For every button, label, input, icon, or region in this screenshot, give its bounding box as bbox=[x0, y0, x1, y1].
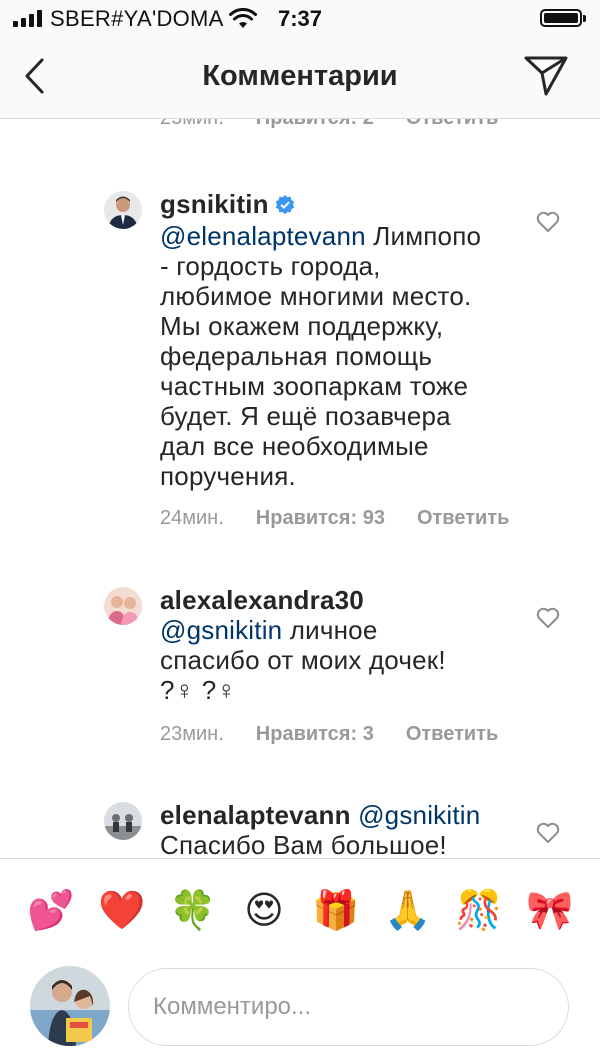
confetti-ball-emoji-icon[interactable]: 🎊 bbox=[455, 887, 502, 933]
current-user-avatar bbox=[30, 966, 110, 1046]
comment-likes[interactable]: Нравится: 2 bbox=[256, 119, 374, 130]
direct-send-icon[interactable] bbox=[522, 54, 570, 103]
comment-meta: 23мин. Нравится: 3 Ответить bbox=[160, 723, 498, 746]
comment-input[interactable] bbox=[128, 968, 569, 1046]
gift-emoji-icon[interactable]: 🎁 bbox=[312, 887, 359, 933]
reply-button[interactable]: Ответить bbox=[406, 723, 498, 746]
comment-meta: 24мин. Нравится: 93 Ответить bbox=[160, 507, 509, 530]
ribbon-emoji-icon[interactable]: 🎀 bbox=[526, 887, 573, 933]
comment-text-line: будет. Я ещё позавчера bbox=[160, 401, 451, 431]
heart-eyes-emoji-icon[interactable]: 😍 bbox=[241, 887, 287, 933]
comment-text-line: Мы окажем поддержку, bbox=[160, 311, 444, 341]
like-heart-icon[interactable] bbox=[536, 822, 560, 849]
comment-username[interactable]: elenalaptevann bbox=[160, 800, 351, 830]
page-title: Комментарии bbox=[202, 60, 398, 92]
comment-text-line: поручения. bbox=[160, 461, 296, 491]
comment-text-line: Спасибо Вам большое! bbox=[160, 830, 447, 857]
reply-button[interactable]: Ответить bbox=[417, 507, 509, 530]
like-heart-icon[interactable] bbox=[536, 607, 560, 634]
comment-input-row bbox=[0, 958, 600, 1063]
emoji-quick-bar: 💕 ❤️ 🍀 😍 🎁 🙏 🎊 🎀 bbox=[0, 858, 600, 959]
comment-username[interactable]: alexalexandra30 bbox=[160, 585, 500, 615]
verified-badge-icon bbox=[275, 191, 295, 221]
battery-icon bbox=[540, 9, 586, 27]
four-leaf-clover-emoji-icon[interactable]: 🍀 bbox=[169, 887, 216, 933]
comment-text-line: - гордость города, bbox=[160, 251, 381, 281]
avatar[interactable] bbox=[104, 802, 142, 840]
avatar[interactable] bbox=[104, 587, 142, 625]
navigation-bar: Комментарии bbox=[0, 40, 600, 119]
mention-link[interactable]: @gsnikitin bbox=[160, 615, 282, 645]
comment-text-line: личное bbox=[289, 615, 378, 645]
mention-link[interactable]: @gsnikitin bbox=[358, 800, 480, 830]
comment-body: elenalaptevann @gsnikitin Спасибо Вам бо… bbox=[160, 800, 500, 857]
clock: 7:37 bbox=[277, 6, 323, 31]
comment-text-line: спасибо от моих дочек! bbox=[160, 645, 446, 675]
comment-text-line: любимое многими место. bbox=[160, 281, 472, 311]
avatar[interactable] bbox=[104, 191, 142, 229]
comment-time: 25мин. bbox=[160, 119, 224, 130]
comment-username[interactable]: gsnikitin bbox=[160, 189, 269, 219]
comment-time: 23мин. bbox=[160, 723, 224, 745]
folded-hands-emoji-icon[interactable]: 🙏 bbox=[384, 887, 431, 933]
reply-button[interactable]: Ответить bbox=[406, 119, 498, 130]
comment-text-line: дал все необходимые bbox=[160, 431, 429, 461]
comment-text-line: ?♀ ?♀ bbox=[160, 675, 237, 705]
partial-comment-meta: 25мин. Нравится: 2 Ответить bbox=[160, 119, 498, 130]
status-bar: SBER#YA'DOMA 7:37 bbox=[0, 0, 600, 40]
comment-text-line: Лимпопо bbox=[373, 221, 482, 251]
comment-time: 24мин. bbox=[160, 507, 224, 529]
comment-text-line: федеральная помощь bbox=[160, 341, 433, 371]
comment-body: alexalexandra30 @gsnikitin личное спасиб… bbox=[160, 585, 500, 705]
mention-link[interactable]: @elenalaptevann bbox=[160, 221, 366, 251]
red-heart-emoji-icon[interactable]: ❤️ bbox=[98, 887, 145, 933]
comment-likes[interactable]: Нравится: 3 bbox=[256, 723, 374, 746]
like-heart-icon[interactable] bbox=[536, 211, 560, 238]
comments-list[interactable]: 25мин. Нравится: 2 Ответить gsnikitin @e… bbox=[0, 119, 600, 857]
comment-body: gsnikitin @elenalaptevann Лимпопо - горд… bbox=[160, 189, 500, 491]
comment-text-line: частным зоопаркам тоже bbox=[160, 371, 469, 401]
two-hearts-emoji-icon[interactable]: 💕 bbox=[27, 887, 74, 933]
comment-likes[interactable]: Нравится: 93 bbox=[256, 507, 385, 530]
